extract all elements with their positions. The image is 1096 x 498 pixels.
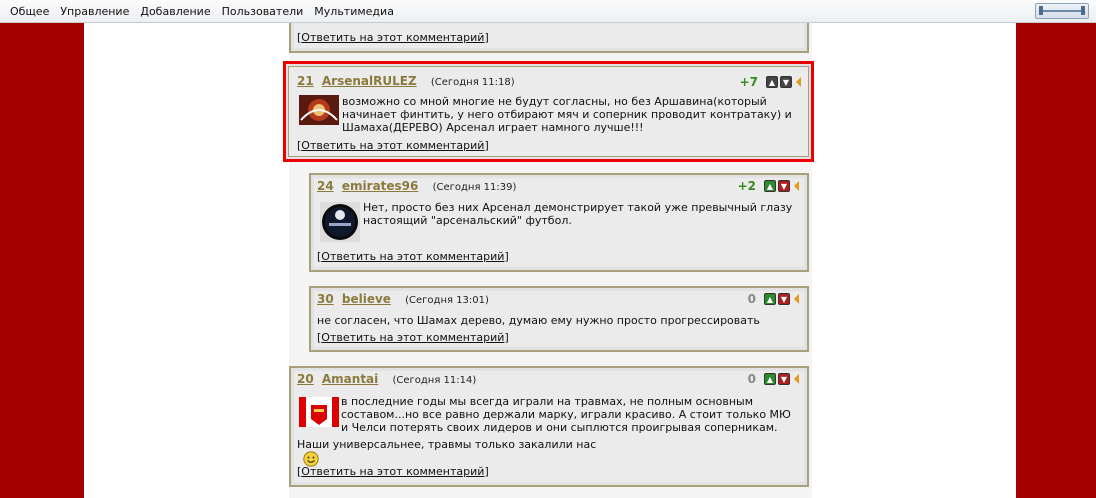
comment-extra-text: Наши универсальнее, травмы только закали… [297,438,617,467]
comment-time: (Сегодня 11:14) [392,375,477,386]
comment-24: 24 emirates96 (Сегодня 11:39) +2 ▲ ▼ Нет… [309,173,809,272]
reply-link[interactable]: [Ответить на этот комментарий] [317,331,509,344]
menu-users[interactable]: Пользователи [218,5,308,18]
avatar [320,202,360,242]
comment-21: 21 ArsenalRULEZ (Сегодня 11:18) +7 ▲ ▼ в… [283,61,814,162]
slider-track [1040,10,1084,12]
comment-text: возможно со мной многие не будут согласн… [342,95,792,134]
reply-link[interactable]: [Ответить на этот комментарий] [317,250,509,263]
menu-add[interactable]: Добавление [136,5,214,18]
right-page-area [812,23,1016,498]
comment-20: 20 Amantai (Сегодня 11:14) 0 ▲ ▼ в после… [289,366,809,487]
vote-up-icon[interactable]: ▲ [764,293,776,305]
vote-up-icon[interactable]: ▲ [764,373,776,385]
menu-multimedia[interactable]: Мультимедиа [310,5,398,18]
vote-down-icon[interactable]: ▼ [780,76,792,88]
rating-score: +7 [739,75,758,89]
comment-text: в последние годы мы всегда играли на тра… [341,395,791,434]
reply-link[interactable]: [Ответить на этот комментарий] [297,465,489,478]
reply-link-previous[interactable]: [Ответить на этот комментарий] [297,31,489,44]
vote-down-icon[interactable]: ▼ [778,373,790,385]
toolbar: Общее Управление Добавление Пользователи… [0,0,1096,23]
vote-up-icon[interactable]: ▲ [766,76,778,88]
comment-previous: [Ответить на этот комментарий] [289,23,809,53]
comment-time: (Сегодня 11:39) [432,182,517,193]
comment-rating: 0 ▲ ▼ [748,372,799,386]
comment-number[interactable]: 24 [317,179,334,193]
avatar [299,95,339,125]
reply-link[interactable]: [Ответить на этот комментарий] [297,139,489,152]
comment-header: 21 ArsenalRULEZ (Сегодня 11:18) [297,74,515,88]
vote-down-icon[interactable]: ▼ [778,293,790,305]
left-red-band [0,23,84,498]
comment-header: 30 believe (Сегодня 13:01) [317,292,489,306]
zoom-slider[interactable] [1035,3,1089,19]
comment-header: 20 Amantai (Сегодня 11:14) [297,372,476,386]
comment-author[interactable]: Amantai [322,372,378,386]
vote-down-icon[interactable]: ▼ [778,180,790,192]
comment-author[interactable]: emirates96 [342,179,419,193]
rating-score: 0 [747,372,756,386]
rating-score: +2 [737,179,756,193]
comment-number[interactable]: 20 [297,372,314,386]
comment-rating: +7 ▲ ▼ [740,75,801,89]
collapse-arrow-icon[interactable] [794,181,799,191]
comment-extra-line: Наши универсальнее, травмы только закали… [297,438,597,451]
comment-30: 30 believe (Сегодня 13:01) 0 ▲ ▼ не согл… [309,286,809,352]
vote-up-icon[interactable]: ▲ [764,180,776,192]
rating-score: 0 [747,292,756,306]
comment-number[interactable]: 30 [317,292,334,306]
comment-time: (Сегодня 11:18) [430,77,515,88]
comment-rating: +2 ▲ ▼ [738,179,799,193]
comment-author[interactable]: ArsenalRULEZ [322,74,417,88]
comment-text: Нет, просто без них Арсенал демонстрируе… [363,201,793,227]
avatar [299,397,339,427]
comment-header: 24 emirates96 (Сегодня 11:39) [317,179,516,193]
slider-thumb-left[interactable] [1039,6,1043,15]
left-page-area [84,23,290,498]
collapse-arrow-icon[interactable] [794,374,799,384]
menu-manage[interactable]: Управление [56,5,133,18]
comment-rating: 0 ▲ ▼ [748,292,799,306]
comment-author[interactable]: believe [342,292,391,306]
collapse-arrow-icon[interactable] [794,294,799,304]
comment-text: не согласен, что Шамах дерево, думаю ему… [317,314,760,327]
comment-time: (Сегодня 13:01) [405,295,489,306]
right-red-band [1016,23,1096,498]
slider-thumb-right[interactable] [1081,6,1085,15]
collapse-arrow-icon[interactable] [796,77,801,87]
menu-general[interactable]: Общее [6,5,53,18]
comment-number[interactable]: 21 [297,74,314,88]
